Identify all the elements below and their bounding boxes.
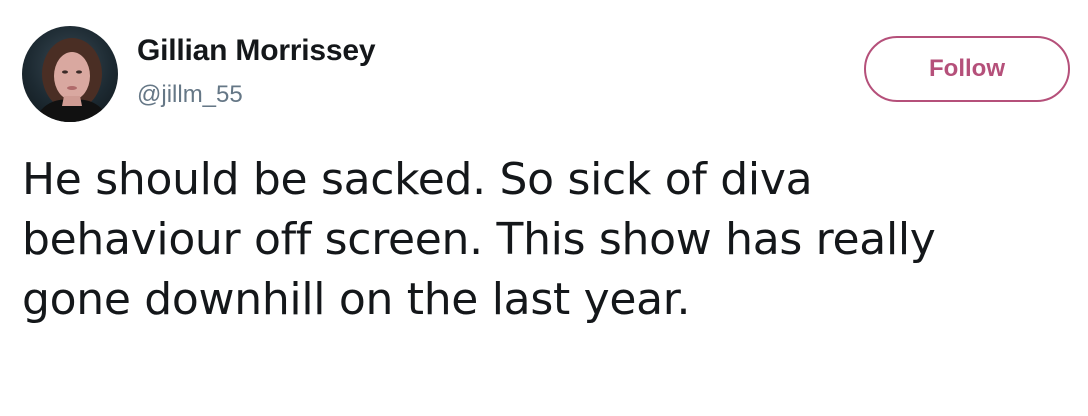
display-name[interactable]: Gillian Morrissey (137, 34, 376, 68)
user-handle[interactable]: @jillm_55 (137, 81, 243, 109)
follow-button[interactable]: Follow (864, 36, 1070, 102)
tweet-card: Gillian Morrissey @jillm_55 Follow He sh… (0, 0, 1088, 416)
profile-photo-icon (34, 38, 110, 122)
avatar[interactable] (22, 26, 118, 122)
tweet-text: He should be sacked. So sick of diva beh… (22, 154, 936, 325)
